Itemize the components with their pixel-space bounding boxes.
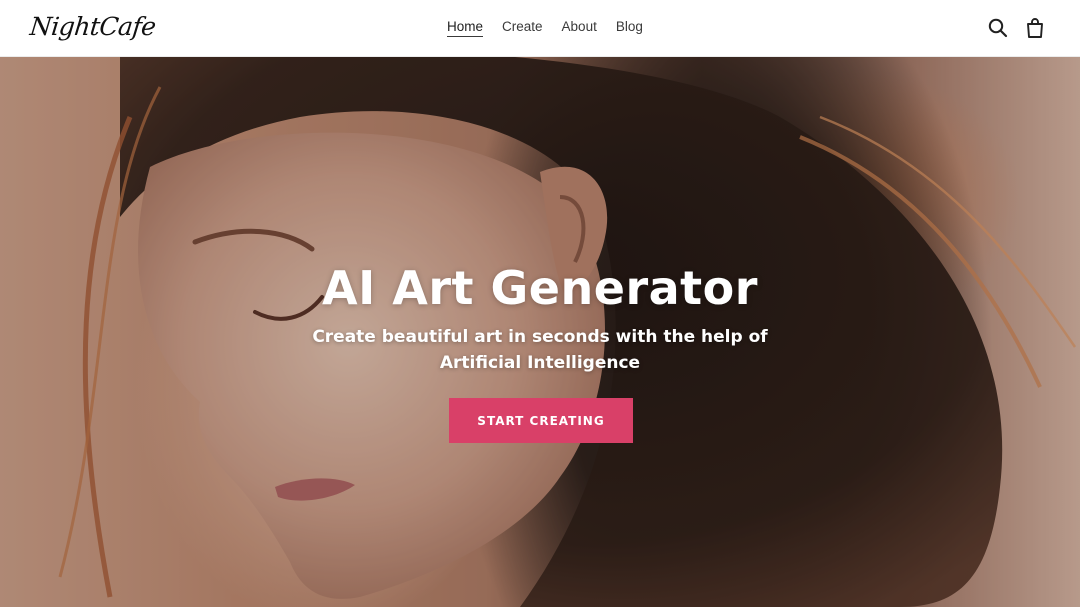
nav-blog-link[interactable]: Blog (616, 19, 643, 37)
nav-about-link[interactable]: About (562, 19, 597, 37)
search-icon[interactable] (987, 17, 1009, 39)
nav-create-link[interactable]: Create (502, 19, 543, 37)
nav-home-link[interactable]: Home (447, 19, 484, 37)
site-header: NightCafe Home Create About Blog (0, 0, 1080, 57)
start-creating-button[interactable]: START CREATING (449, 398, 633, 443)
hero-section: AI Art Generator Create beautiful art in… (0, 57, 1080, 607)
nightcafe-logo[interactable]: NightCafe (28, 12, 157, 41)
hero-subtitle: Create beautiful art in seconds with the… (312, 327, 768, 373)
cart-icon[interactable] (1024, 17, 1046, 39)
hero-title: AI Art Generator (322, 261, 758, 315)
main-nav: Home Create About Blog (447, 19, 643, 37)
